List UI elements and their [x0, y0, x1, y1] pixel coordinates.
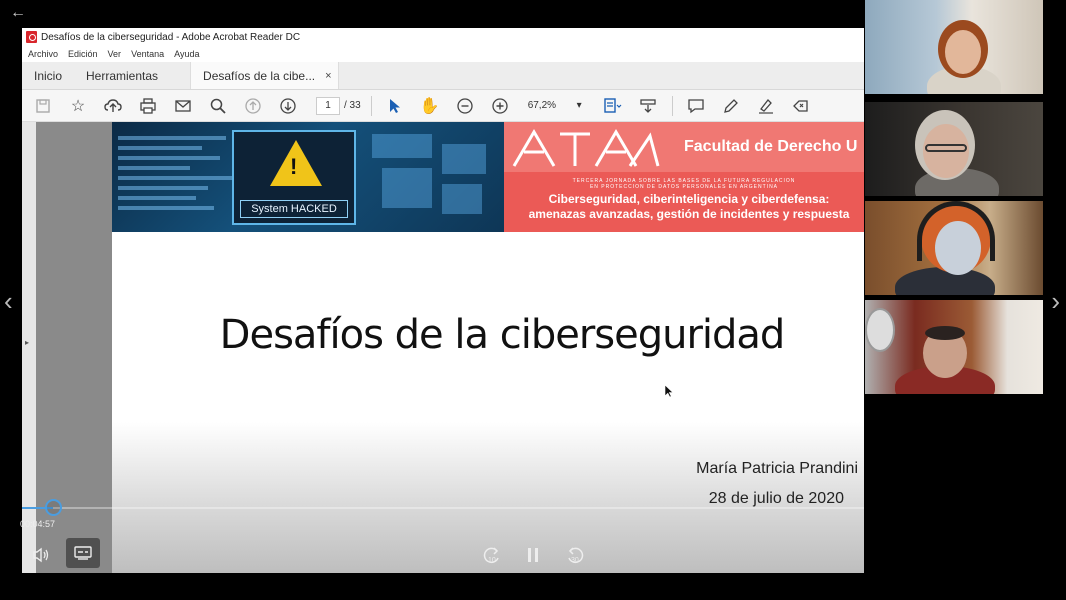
progress-handle[interactable]: [45, 499, 62, 516]
page-total: / 33: [344, 100, 361, 111]
select-cursor-icon[interactable]: [384, 95, 406, 117]
participant-video-2[interactable]: [865, 102, 1043, 196]
hack-screen: ! System HACKED: [232, 130, 356, 225]
left-panel-toggle[interactable]: ▸: [22, 122, 36, 573]
tab-close-icon[interactable]: ×: [325, 70, 331, 82]
volume-icon[interactable]: [30, 544, 52, 566]
banner-subtitle: Ciberseguridad, ciberinteligencia y cibe…: [504, 192, 864, 222]
email-icon[interactable]: [172, 95, 194, 117]
participant-face: [945, 30, 981, 74]
rewind-10-icon[interactable]: 10: [480, 544, 504, 566]
jornada-line-2: EN PROTECCION DE DATOS PERSONALES EN ARG…: [589, 184, 779, 190]
window-title: Desafíos de la ciberseguridad - Adobe Ac…: [41, 31, 301, 43]
slide-author: María Patricia Prandini: [696, 460, 858, 477]
acrobat-window: Desafíos de la ciberseguridad - Adobe Ac…: [22, 28, 864, 573]
pen-icon[interactable]: [720, 95, 742, 117]
video-player: ← ‹ › Desafíos de la ciberseguridad - Ad…: [0, 0, 1066, 600]
headset-icon: [917, 201, 995, 261]
jornada-text: TERCERA JORNADA SOBRE LAS BASES DE LA FU…: [504, 178, 864, 190]
menu-bar: Archivo Edición Ver Ventana Ayuda: [22, 46, 864, 62]
banner-hacked-image: ! System HACKED: [112, 122, 504, 232]
pdf-page: ! System HACKED Facultad de Derecho U TE…: [112, 122, 864, 573]
read-mode-icon[interactable]: [637, 95, 659, 117]
scroll-mode-icon[interactable]: [602, 95, 624, 117]
document-area: ▸ ! System HACKED Facultad de Derecho U …: [22, 122, 864, 573]
slide-title: Desafíos de la ciberseguridad: [219, 312, 786, 358]
chevron-left-icon[interactable]: ‹: [4, 286, 13, 317]
system-hacked-label: System HACKED: [240, 200, 348, 218]
zoom-dropdown[interactable]: 67,2% ▾: [524, 100, 586, 111]
progress-track[interactable]: [22, 507, 864, 509]
acrobat-logo-icon: [26, 31, 37, 43]
tab-bar: Inicio Herramientas Desafíos de la cibe.…: [22, 62, 864, 90]
page-number-field: 1 / 33: [316, 96, 361, 115]
save-icon[interactable]: [32, 95, 54, 117]
hand-icon[interactable]: ✋: [419, 95, 441, 117]
tab-document-label: Desafíos de la cibe...: [203, 68, 316, 83]
zoom-out-icon[interactable]: [454, 95, 476, 117]
comment-icon[interactable]: [685, 95, 707, 117]
acrobat-toolbar: ☆ 1 / 33 ✋ 67,2% ▾: [22, 90, 864, 122]
svg-text:30: 30: [571, 557, 579, 564]
zoom-in-icon[interactable]: [489, 95, 511, 117]
faculty-logo-icon: [512, 129, 660, 167]
banner-subtitle-line-1: Ciberseguridad, ciberinteligencia y cibe…: [548, 192, 830, 206]
toolbar-separator: [671, 95, 673, 116]
participant-video-4[interactable]: [865, 300, 1043, 394]
print-icon[interactable]: [137, 95, 159, 117]
banner-subtitle-line-2: amenazas avanzadas, gestión de incidente…: [528, 207, 850, 221]
bookmark-star-icon[interactable]: ☆: [67, 95, 89, 117]
menu-ventana[interactable]: Ventana: [131, 49, 164, 59]
menu-ayuda[interactable]: Ayuda: [174, 49, 199, 59]
elapsed-time: 00:04:57: [20, 519, 56, 529]
tab-document[interactable]: Desafíos de la cibe... ×: [190, 62, 339, 89]
search-icon[interactable]: [207, 95, 229, 117]
back-arrow-icon[interactable]: ←: [10, 4, 26, 22]
tab-herramientas[interactable]: Herramientas: [74, 62, 170, 89]
mouse-cursor-icon: [664, 384, 674, 398]
chevron-right-icon: ▸: [25, 338, 30, 347]
pause-icon[interactable]: [523, 544, 543, 566]
zoom-value: 67,2%: [527, 100, 557, 111]
banner-faculty: Facultad de Derecho U TERCERA JORNADA SO…: [504, 122, 864, 232]
warning-exclamation: !: [290, 154, 298, 179]
code-lines-decoration: [118, 130, 238, 216]
tab-inicio[interactable]: Inicio: [22, 62, 74, 89]
menu-ver[interactable]: Ver: [108, 49, 122, 59]
participant-video-1[interactable]: [865, 0, 1043, 94]
menu-edicion[interactable]: Edición: [68, 49, 98, 59]
faculty-title: Facultad de Derecho U: [684, 138, 858, 155]
svg-text:10: 10: [488, 557, 496, 564]
toolbar-separator: [370, 95, 372, 116]
captions-icon[interactable]: [66, 538, 100, 568]
page-number-input[interactable]: 1: [316, 96, 340, 115]
chevron-right-icon[interactable]: ›: [1051, 286, 1060, 317]
zoom-dropdown-icon: ▾: [576, 100, 582, 111]
participant-hair: [925, 326, 965, 340]
sign-icon[interactable]: [755, 95, 777, 117]
page-up-icon[interactable]: [242, 95, 264, 117]
screen-decoration: [372, 134, 492, 220]
share-icon[interactable]: [790, 95, 812, 117]
slide-date: 28 de julio de 2020: [708, 490, 844, 507]
upload-icon[interactable]: [102, 95, 124, 117]
glasses-icon: [925, 144, 967, 152]
forward-30-icon[interactable]: 30: [563, 544, 587, 566]
wall-clock-icon: [865, 308, 895, 352]
window-titlebar: Desafíos de la ciberseguridad - Adobe Ac…: [22, 28, 864, 46]
menu-archivo[interactable]: Archivo: [28, 49, 58, 59]
participant-video-3[interactable]: [865, 201, 1043, 295]
page-down-icon[interactable]: [277, 95, 299, 117]
